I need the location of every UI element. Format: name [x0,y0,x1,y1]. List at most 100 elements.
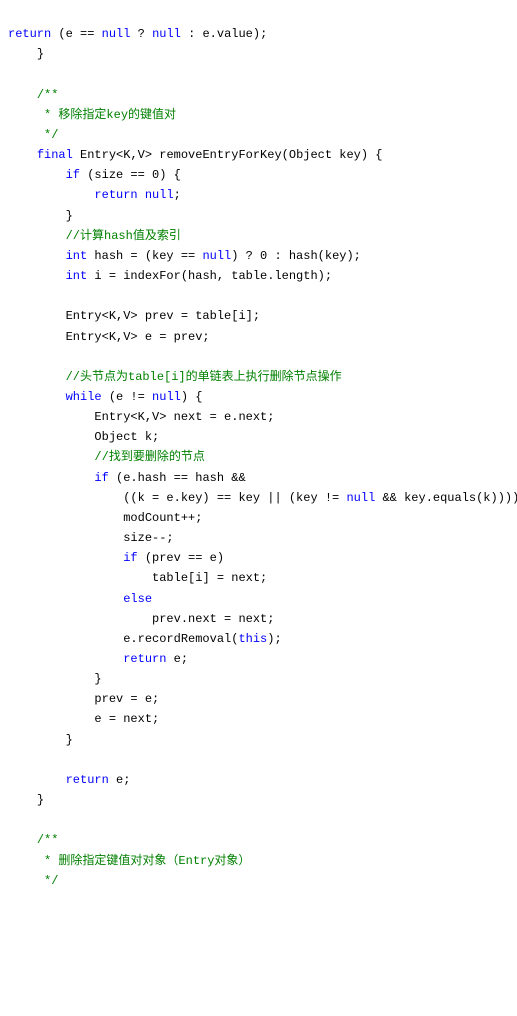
code-text: Entry<K,V> next = e.next; [94,410,274,424]
code-text: (prev == e) [138,551,224,565]
code-line: while (e != null) { [8,387,517,407]
code-line: size--; [8,528,517,548]
keyword: return [94,188,137,202]
code-line: return e; [8,770,517,790]
keyword: return [123,652,166,666]
comment: * 移除指定key的键值对 [37,108,176,122]
code-line: } [8,44,517,64]
comment: * 删除指定键值对对象（Entry对象） [37,854,251,868]
keyword: final [37,148,73,162]
code-line: return (e == null ? null : e.value); [8,24,517,44]
code-text: ) ? 0 : hash(key); [231,249,361,263]
code-line: Entry<K,V> e = prev; [8,327,517,347]
code-text: (e == [51,27,101,41]
code-text: Object k; [94,430,159,444]
keyword: null [202,249,231,263]
keyword: null [145,188,174,202]
code-text: } [37,47,44,61]
keyword: if [66,168,80,182]
code-text: e.recordRemoval( [123,632,238,646]
code-text: : e.value); [181,27,267,41]
keyword: null [152,390,181,404]
code-text: Entry<K,V> removeEntryForKey(Object key)… [73,148,383,162]
code-line: //找到要删除的节点 [8,447,517,467]
keyword: null [102,27,131,41]
code-line [8,810,517,830]
code-text: ; [174,188,181,202]
code-line: } [8,730,517,750]
code-text: (size == 0) { [80,168,181,182]
code-line: return e; [8,649,517,669]
code-text: } [37,793,44,807]
keyword: return [66,773,109,787]
code-block: return (e == null ? null : e.value); } /… [8,24,517,891]
code-text: ) { [181,390,203,404]
code-text: i = indexFor(hash, table.length); [87,269,332,283]
keyword: if [94,471,108,485]
code-text: } [66,733,73,747]
code-line: Object k; [8,427,517,447]
code-text [8,753,15,767]
code-text: table[i] = next; [152,571,267,585]
code-text [8,289,15,303]
code-line: /** [8,830,517,850]
code-line: */ [8,871,517,891]
keyword: int [66,249,88,263]
keyword: int [66,269,88,283]
comment: */ [37,128,59,142]
code-text: modCount++; [123,511,202,525]
code-line: Entry<K,V> next = e.next; [8,407,517,427]
code-line: prev = e; [8,689,517,709]
code-text: e; [109,773,131,787]
code-line: final Entry<K,V> removeEntryForKey(Objec… [8,145,517,165]
code-line: } [8,206,517,226]
code-text: ? [130,27,152,41]
comment: //计算hash值及索引 [66,229,181,243]
code-line: e = next; [8,709,517,729]
code-text: size--; [123,531,173,545]
code-line: prev.next = next; [8,609,517,629]
code-text: Entry<K,V> prev = table[i]; [66,309,260,323]
code-line: int i = indexFor(hash, table.length); [8,266,517,286]
code-line [8,64,517,84]
code-line: * 删除指定键值对对象（Entry对象） [8,851,517,871]
keyword: this [238,632,267,646]
code-text: ); [267,632,281,646]
comment: */ [37,874,59,888]
code-text: e = next; [94,712,159,726]
keyword: null [346,491,375,505]
code-text [8,350,15,364]
code-line [8,286,517,306]
code-text: (e != [102,390,152,404]
keyword: else [123,592,152,606]
code-text [8,67,15,81]
code-text: (e.hash == hash && [109,471,246,485]
keyword: while [66,390,102,404]
code-line: else [8,589,517,609]
comment: //找到要删除的节点 [94,450,204,464]
code-line: * 移除指定key的键值对 [8,105,517,125]
code-line: } [8,669,517,689]
code-line [8,750,517,770]
code-line [8,347,517,367]
keyword: null [152,27,181,41]
code-line: Entry<K,V> prev = table[i]; [8,306,517,326]
code-line: table[i] = next; [8,568,517,588]
code-line: //计算hash值及索引 [8,226,517,246]
comment: /** [37,833,59,847]
code-text: } [94,672,101,686]
code-line: */ [8,125,517,145]
code-text [8,813,15,827]
code-line: if (prev == e) [8,548,517,568]
code-line: int hash = (key == null) ? 0 : hash(key)… [8,246,517,266]
code-line: } [8,790,517,810]
code-text [138,188,145,202]
code-line: //头节点为table[i]的单链表上执行删除节点操作 [8,367,517,387]
code-line: /** [8,85,517,105]
code-line: if (size == 0) { [8,165,517,185]
comment: //头节点为table[i]的单链表上执行删除节点操作 [66,370,342,384]
code-line: return null; [8,185,517,205]
keyword: if [123,551,137,565]
code-line: e.recordRemoval(this); [8,629,517,649]
code-text: && key.equals(k)))) { [375,491,517,505]
